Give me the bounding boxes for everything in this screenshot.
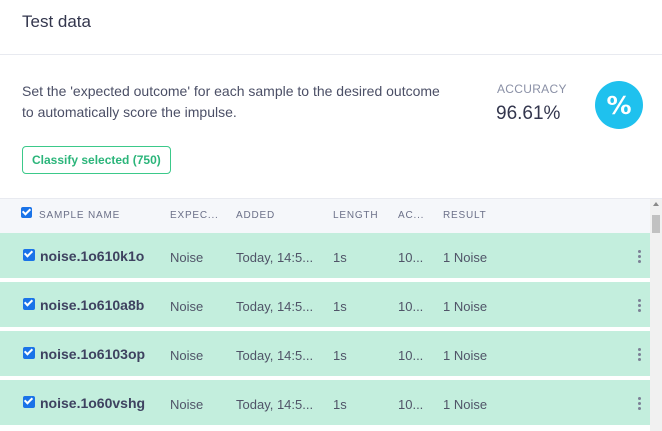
row-checkbox[interactable] bbox=[23, 347, 35, 359]
row-menu-icon[interactable] bbox=[638, 250, 642, 264]
sample-length: 1s bbox=[333, 250, 347, 265]
column-header-sample-name[interactable]: SAMPLE NAME bbox=[39, 210, 120, 221]
panel-title: Test data bbox=[22, 12, 91, 31]
column-header-added[interactable]: ADDED bbox=[236, 210, 275, 221]
table-row[interactable]: noise.1o60vshg Noise Today, 14:5... 1s 1… bbox=[0, 380, 650, 427]
sample-result: 1 Noise bbox=[443, 299, 488, 314]
sample-accuracy: 10... bbox=[398, 250, 424, 265]
added-date: Today, 14:5... bbox=[236, 397, 314, 412]
sample-result: 1 Noise bbox=[443, 397, 488, 412]
added-date: Today, 14:5... bbox=[236, 299, 314, 314]
column-header-accuracy[interactable]: AC... bbox=[398, 210, 424, 221]
scroll-up-arrow-icon[interactable] bbox=[653, 202, 659, 206]
column-header-expected[interactable]: EXPEC... bbox=[170, 210, 219, 221]
sample-result: 1 Noise bbox=[443, 250, 488, 265]
percent-icon-glyph: % bbox=[606, 90, 632, 120]
scrollbar-thumb[interactable] bbox=[652, 215, 660, 233]
table-header: SAMPLE NAME EXPEC... ADDED LENGTH AC... … bbox=[0, 199, 650, 233]
accuracy-label: ACCURACY bbox=[497, 82, 567, 96]
table-scrollbar[interactable] bbox=[650, 199, 662, 431]
row-checkbox[interactable] bbox=[23, 396, 35, 408]
test-data-panel: Test data Set the 'expected outcome' for… bbox=[0, 0, 662, 431]
row-menu-icon[interactable] bbox=[638, 299, 642, 313]
row-checkbox[interactable] bbox=[23, 249, 35, 261]
percent-icon: % bbox=[595, 81, 643, 129]
description-line-1: Set the 'expected outcome' for each samp… bbox=[22, 83, 440, 99]
column-header-length[interactable]: LENGTH bbox=[333, 210, 378, 221]
sample-name[interactable]: noise.1o6103op bbox=[40, 346, 145, 362]
expected-outcome[interactable]: Noise bbox=[170, 299, 203, 314]
sample-accuracy: 10... bbox=[398, 299, 424, 314]
sample-name[interactable]: noise.1o60vshg bbox=[40, 395, 145, 411]
expected-outcome[interactable]: Noise bbox=[170, 250, 203, 265]
select-all-checkbox[interactable] bbox=[21, 207, 32, 218]
sample-name[interactable]: noise.1o610a8b bbox=[40, 297, 144, 313]
expected-outcome[interactable]: Noise bbox=[170, 397, 203, 412]
expected-outcome[interactable]: Noise bbox=[170, 348, 203, 363]
panel-header: Test data bbox=[0, 0, 662, 55]
accuracy-value: 96.61% bbox=[496, 103, 561, 124]
classify-selected-button[interactable]: Classify selected (750) bbox=[22, 146, 171, 174]
sample-accuracy: 10... bbox=[398, 348, 424, 363]
sample-accuracy: 10... bbox=[398, 397, 424, 412]
table-row[interactable]: noise.1o610a8b Noise Today, 14:5... 1s 1… bbox=[0, 282, 650, 329]
added-date: Today, 14:5... bbox=[236, 250, 314, 265]
sample-name[interactable]: noise.1o610k1o bbox=[40, 248, 144, 264]
row-menu-icon[interactable] bbox=[638, 348, 642, 362]
sample-length: 1s bbox=[333, 348, 347, 363]
sample-length: 1s bbox=[333, 299, 347, 314]
sample-result: 1 Noise bbox=[443, 348, 488, 363]
description-text: Set the 'expected outcome' for each samp… bbox=[22, 81, 482, 123]
added-date: Today, 14:5... bbox=[236, 348, 314, 363]
sample-length: 1s bbox=[333, 397, 347, 412]
description-line-2: to automatically score the impulse. bbox=[22, 104, 237, 120]
row-menu-icon[interactable] bbox=[638, 397, 642, 411]
table-row[interactable]: noise.1o610k1o Noise Today, 14:5... 1s 1… bbox=[0, 233, 650, 280]
row-checkbox[interactable] bbox=[23, 298, 35, 310]
column-header-result[interactable]: RESULT bbox=[443, 210, 487, 221]
table-row[interactable]: noise.1o6103op Noise Today, 14:5... 1s 1… bbox=[0, 331, 650, 378]
samples-table: SAMPLE NAME EXPEC... ADDED LENGTH AC... … bbox=[0, 198, 662, 431]
